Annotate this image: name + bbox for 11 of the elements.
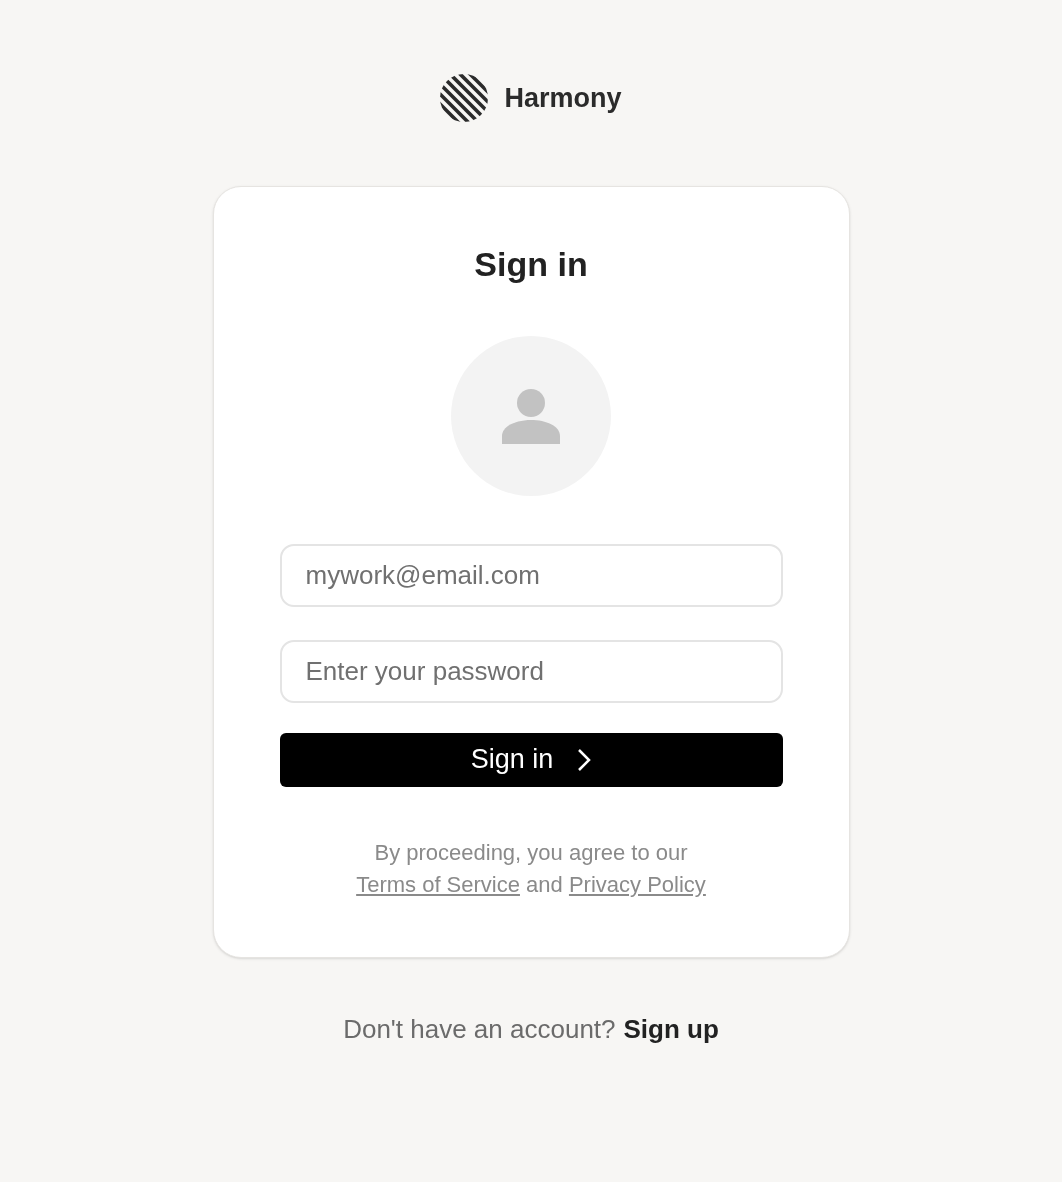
logo-icon <box>440 74 489 122</box>
brand-name: Harmony <box>504 81 622 115</box>
signup-prompt: Don't have an account? <box>343 1012 616 1046</box>
person-icon <box>502 387 560 444</box>
sign-in-button[interactable]: Sign in <box>279 732 783 787</box>
terms-notice: By proceeding, you agree to our Terms of Service and Privacy Policy <box>355 838 707 899</box>
password-field[interactable]: Enter your password <box>279 639 783 703</box>
email-field[interactable]: mywork@email.com <box>279 543 783 607</box>
card-title: Sign in <box>474 244 588 285</box>
sign-up-link[interactable]: Sign up <box>623 1009 719 1049</box>
chevron-right-icon <box>577 747 592 772</box>
